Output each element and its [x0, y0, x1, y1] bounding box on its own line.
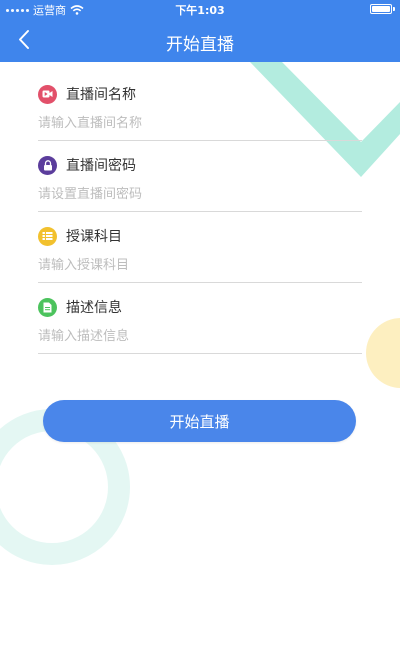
field-header: 直播间名称: [38, 84, 136, 104]
room-password-label: 直播间密码: [66, 158, 136, 174]
room-name-field: 直播间名称: [38, 70, 362, 141]
start-live-button[interactable]: 开始直播: [43, 400, 356, 442]
description-input[interactable]: [38, 325, 358, 347]
field-header: 描述信息: [38, 297, 122, 317]
battery-icon: [370, 4, 392, 14]
description-label: 描述信息: [66, 300, 122, 316]
video-icon: [38, 84, 57, 104]
room-name-label: 直播间名称: [66, 87, 136, 103]
subject-label: 授课科目: [66, 229, 122, 245]
app-header: 运营商 下午1:03 开始直播: [0, 0, 400, 62]
live-setup-form: 直播间名称 直播间密码 授课科目: [38, 70, 362, 354]
lock-icon: [38, 155, 57, 175]
document-icon: [38, 297, 57, 317]
list-icon: [38, 226, 57, 246]
battery-tip: [393, 7, 395, 11]
status-bar: 运营商 下午1:03: [0, 0, 400, 20]
page-title: 开始直播: [166, 35, 234, 55]
room-password-field: 直播间密码: [38, 141, 362, 212]
room-name-input[interactable]: [38, 112, 358, 134]
field-header: 授课科目: [38, 226, 122, 246]
decorative-yellow-circle: [366, 318, 400, 388]
status-time: 下午1:03: [175, 4, 225, 17]
room-password-input[interactable]: [38, 183, 358, 205]
subject-field: 授课科目: [38, 212, 362, 283]
subject-input[interactable]: [38, 254, 358, 276]
field-header: 直播间密码: [38, 155, 136, 175]
description-field: 描述信息: [38, 283, 362, 354]
